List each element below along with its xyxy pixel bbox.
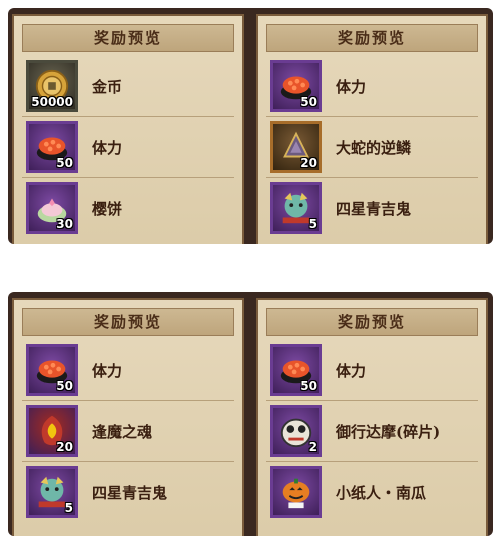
- item-quantity: 50000: [31, 95, 73, 109]
- panel-title: 奖励预览: [266, 24, 478, 52]
- item-name: 体力: [336, 361, 367, 380]
- reward-screen-bottom: 奖励预览 50 体力 20 逢魔之魂 5 四星青吉鬼 奖励预览 50 体力 2 …: [8, 292, 493, 536]
- reward-item[interactable]: 50000 金币: [22, 56, 234, 117]
- item-slot: 2: [270, 405, 322, 457]
- item-slot: 50: [26, 121, 78, 173]
- reward-item[interactable]: 5 四星青吉鬼: [22, 462, 234, 522]
- item-quantity: 50: [56, 156, 73, 170]
- item-name: 小纸人・南瓜: [336, 483, 427, 502]
- item-name: 体力: [92, 361, 123, 380]
- reward-item[interactable]: 20 大蛇的逆鳞: [266, 117, 478, 178]
- item-quantity: 2: [308, 440, 317, 454]
- reward-item[interactable]: 50 体力: [266, 340, 478, 401]
- item-name: 体力: [336, 77, 367, 96]
- item-slot: 5: [26, 466, 78, 518]
- item-slot: 50: [270, 344, 322, 396]
- item-name: 樱饼: [92, 199, 123, 218]
- reward-item[interactable]: 50 体力: [22, 340, 234, 401]
- item-slot: 30: [26, 182, 78, 234]
- item-quantity: 30: [56, 217, 73, 231]
- item-name: 四星青吉鬼: [336, 199, 412, 218]
- reward-preview-panel-right: 奖励预览 50 体力: [256, 14, 488, 244]
- item-quantity: 5: [64, 501, 73, 515]
- item-quantity: 50: [56, 379, 73, 393]
- item-slot: [270, 466, 322, 518]
- item-slot: 20: [270, 121, 322, 173]
- reward-preview-panel-left: 奖励预览 50000 金币 50 体力 30 樱饼: [12, 14, 244, 244]
- item-name: 金币: [92, 77, 123, 96]
- reward-preview-panel-right: 奖励预览 50 体力: [256, 298, 488, 536]
- pumpkin-paper-doll-icon: [282, 478, 310, 509]
- reward-screen-top: 奖励预览 50000 金币 50 体力 30 樱饼 奖励预览 50 体力 20 …: [8, 8, 493, 244]
- item-slot: 5: [270, 182, 322, 234]
- item-name: 大蛇的逆鳞: [336, 138, 412, 157]
- reward-item[interactable]: 50 体力: [22, 117, 234, 178]
- item-quantity: 20: [56, 440, 73, 454]
- item-name: 四星青吉鬼: [92, 483, 168, 502]
- reward-item[interactable]: 20 逢魔之魂: [22, 401, 234, 462]
- reward-item[interactable]: 50 体力: [266, 56, 478, 117]
- item-name: 体力: [92, 138, 123, 157]
- item-slot: 50000: [26, 60, 78, 112]
- panel-title: 奖励预览: [22, 24, 234, 52]
- item-slot: 50: [26, 344, 78, 396]
- item-slot: 50: [270, 60, 322, 112]
- item-quantity: 50: [300, 95, 317, 109]
- item-name: 御行达摩(碎片): [336, 422, 441, 441]
- item-name: 逢魔之魂: [92, 422, 153, 441]
- item-quantity: 5: [308, 217, 317, 231]
- item-slot: 20: [26, 405, 78, 457]
- panel-title: 奖励预览: [266, 308, 478, 336]
- reward-item[interactable]: 小纸人・南瓜: [266, 462, 478, 522]
- item-quantity: 50: [300, 379, 317, 393]
- item-quantity: 20: [300, 156, 317, 170]
- reward-item[interactable]: 30 樱饼: [22, 178, 234, 238]
- reward-preview-panel-left: 奖励预览 50 体力 20 逢魔之魂 5 四星青吉鬼: [12, 298, 244, 536]
- panel-title: 奖励预览: [22, 308, 234, 336]
- reward-item[interactable]: 2 御行达摩(碎片): [266, 401, 478, 462]
- reward-item[interactable]: 5 四星青吉鬼: [266, 178, 478, 238]
